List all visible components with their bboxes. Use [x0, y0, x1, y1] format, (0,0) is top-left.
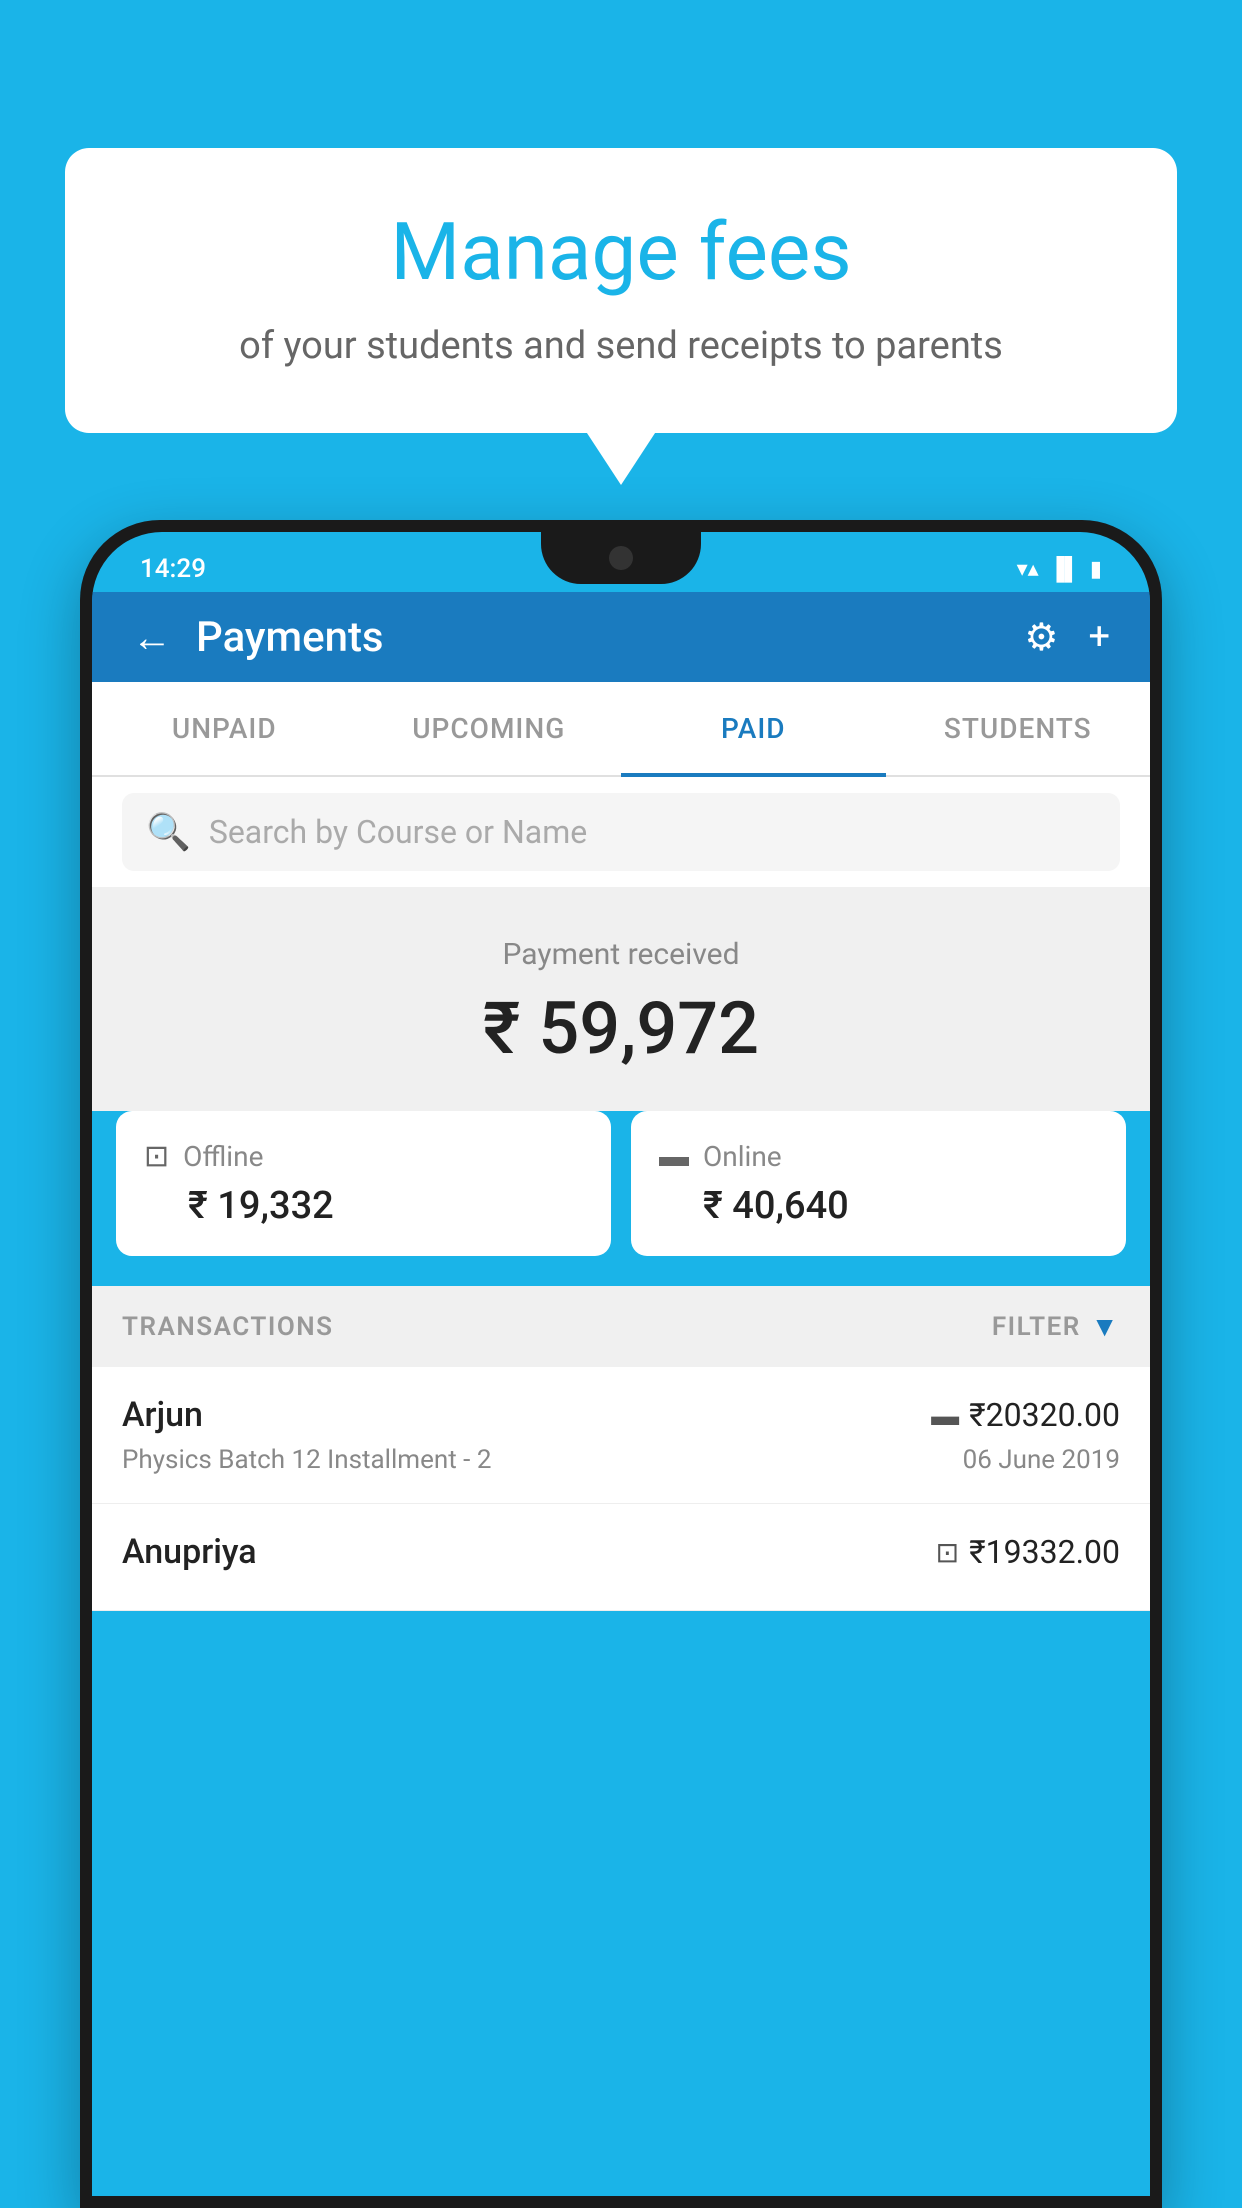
transaction-row1: Arjun ▬ ₹20320.00: [122, 1395, 1120, 1435]
speech-bubble-container: Manage fees of your students and send re…: [65, 148, 1177, 433]
status-icons: ▾▴ ▐▌ ▮: [1017, 556, 1102, 582]
offline-icon: ⊡: [144, 1139, 169, 1174]
tab-unpaid[interactable]: UNPAID: [92, 682, 357, 775]
online-payment-card: ▬ Online ₹ 40,640: [631, 1111, 1126, 1256]
filter-label: FILTER: [992, 1312, 1081, 1342]
online-card-header: ▬ Online: [659, 1139, 1098, 1174]
payment-received-section: Payment received ₹ 59,972: [92, 887, 1150, 1111]
offline-amount: ₹ 19,332: [144, 1184, 583, 1228]
phone-notch: [541, 532, 701, 584]
transaction-name: Anupriya: [122, 1532, 257, 1572]
app-header: ← Payments ⚙ +: [92, 592, 1150, 682]
transaction-item: Anupriya ⊡ ₹19332.00: [92, 1504, 1150, 1611]
bubble-subtitle: of your students and send receipts to pa…: [145, 320, 1097, 373]
search-placeholder: Search by Course or Name: [209, 813, 587, 851]
phone-frame: 14:29 ▾▴ ▐▌ ▮ ← Payments ⚙ + UNPAID: [80, 520, 1162, 2208]
payment-received-amount: ₹ 59,972: [92, 986, 1150, 1071]
search-container: 🔍 Search by Course or Name: [92, 777, 1150, 887]
tabs: UNPAID UPCOMING PAID STUDENTS: [92, 682, 1150, 777]
filter-icon: ▼: [1091, 1310, 1120, 1343]
transaction-date: 06 June 2019: [963, 1445, 1120, 1475]
signal-icon: ▐▌: [1049, 556, 1080, 582]
battery-icon: ▮: [1090, 557, 1102, 582]
payment-received-label: Payment received: [92, 937, 1150, 972]
add-icon[interactable]: +: [1088, 615, 1110, 659]
header-right: ⚙ +: [1024, 615, 1110, 660]
offline-payment-card: ⊡ Offline ₹ 19,332: [116, 1111, 611, 1256]
transaction-amount-row: ⊡ ₹19332.00: [936, 1533, 1120, 1571]
online-icon: ▬: [659, 1139, 689, 1174]
offline-label: Offline: [183, 1140, 263, 1173]
status-time: 14:29: [140, 554, 206, 584]
bubble-title: Manage fees: [145, 208, 1097, 296]
transaction-list: Arjun ▬ ₹20320.00 Physics Batch 12 Insta…: [92, 1367, 1150, 1611]
filter-button[interactable]: FILTER ▼: [992, 1310, 1120, 1343]
transaction-amount: ₹19332.00: [969, 1533, 1120, 1571]
transactions-header: TRANSACTIONS FILTER ▼: [92, 1286, 1150, 1367]
transaction-amount-row: ▬ ₹20320.00: [931, 1396, 1120, 1434]
transaction-row1: Anupriya ⊡ ₹19332.00: [122, 1532, 1120, 1572]
settings-icon[interactable]: ⚙: [1024, 615, 1058, 660]
tab-paid[interactable]: PAID: [621, 682, 886, 775]
speech-bubble: Manage fees of your students and send re…: [65, 148, 1177, 433]
camera: [609, 546, 633, 570]
tab-upcoming[interactable]: UPCOMING: [357, 682, 622, 775]
transaction-item: Arjun ▬ ₹20320.00 Physics Batch 12 Insta…: [92, 1367, 1150, 1504]
offline-card-header: ⊡ Offline: [144, 1139, 583, 1174]
search-box[interactable]: 🔍 Search by Course or Name: [122, 793, 1120, 871]
card-payment-icon: ▬: [931, 1399, 959, 1432]
transaction-amount: ₹20320.00: [969, 1396, 1120, 1434]
transactions-label: TRANSACTIONS: [122, 1312, 334, 1342]
back-button[interactable]: ←: [132, 614, 172, 661]
search-icon: 🔍: [146, 811, 191, 853]
transaction-row2: Physics Batch 12 Installment - 2 06 June…: [122, 1445, 1120, 1475]
payment-cards: ⊡ Offline ₹ 19,332 ▬ Online ₹ 40,640: [92, 1111, 1150, 1286]
online-label: Online: [703, 1140, 782, 1173]
online-amount: ₹ 40,640: [659, 1184, 1098, 1228]
transaction-course: Physics Batch 12 Installment - 2: [122, 1445, 491, 1475]
transaction-name: Arjun: [122, 1395, 203, 1435]
wifi-icon: ▾▴: [1017, 557, 1039, 582]
rupee-payment-icon: ⊡: [936, 1536, 959, 1569]
header-title: Payments: [196, 613, 384, 662]
phone-inner: 14:29 ▾▴ ▐▌ ▮ ← Payments ⚙ + UNPAID: [92, 532, 1150, 2196]
header-left: ← Payments: [132, 613, 384, 662]
tab-students[interactable]: STUDENTS: [886, 682, 1151, 775]
